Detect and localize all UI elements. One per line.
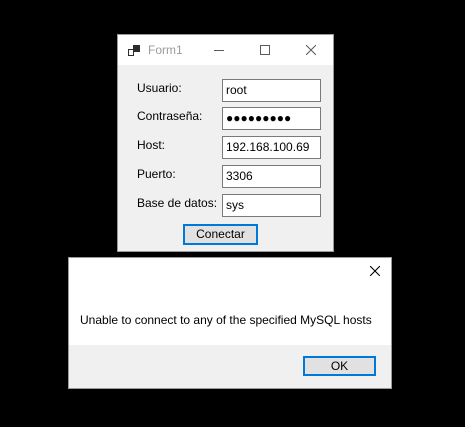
conectar-button[interactable]: Conectar: [183, 224, 258, 245]
contrasena-input[interactable]: ●●●●●●●●●: [222, 107, 321, 130]
contrasena-label: Contraseña:: [137, 109, 203, 123]
form-window: Form1 Usuario: root Contraseña: ●●●●●●●●…: [117, 34, 334, 252]
base-de-datos-label: Base de datos:: [137, 196, 218, 210]
close-icon: [306, 45, 316, 55]
message-box-close-button[interactable]: [359, 258, 391, 286]
message-box-footer: OK: [69, 345, 391, 388]
base-de-datos-input[interactable]: sys: [222, 194, 321, 217]
minimize-button[interactable]: [196, 35, 242, 65]
close-button[interactable]: [288, 35, 334, 65]
usuario-input[interactable]: root: [222, 79, 321, 102]
windows-form-icon: [128, 44, 140, 56]
error-message-box: Unable to connect to any of the specifie…: [68, 257, 392, 389]
host-input[interactable]: 192.168.100.69: [222, 136, 321, 159]
error-message-text: Unable to connect to any of the specifie…: [80, 313, 372, 327]
maximize-button[interactable]: [242, 35, 288, 65]
host-label: Host:: [137, 138, 166, 152]
puerto-input[interactable]: 3306: [222, 165, 321, 188]
close-icon: [369, 263, 381, 281]
usuario-label: Usuario:: [137, 81, 182, 95]
window-title: Form1: [148, 43, 183, 57]
maximize-icon: [260, 45, 270, 55]
ok-button[interactable]: OK: [303, 356, 376, 376]
title-bar[interactable]: Form1: [118, 35, 333, 65]
desktop: Form1 Usuario: root Contraseña: ●●●●●●●●…: [0, 0, 465, 427]
minimize-icon: [214, 45, 224, 55]
puerto-label: Puerto:: [137, 167, 176, 181]
